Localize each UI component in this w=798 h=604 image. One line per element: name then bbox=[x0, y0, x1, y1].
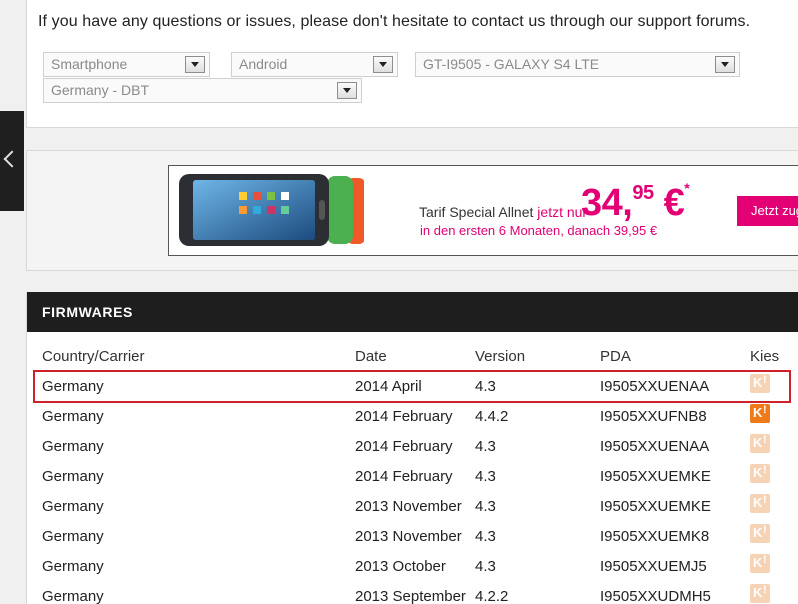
row-date: 2013 September bbox=[355, 588, 466, 604]
row-date: 2013 November bbox=[355, 498, 462, 515]
row-version: 4.2.2 bbox=[475, 588, 509, 604]
column-header-pda: PDA bbox=[600, 348, 631, 365]
jetzt-nur-label: jetzt nur bbox=[537, 204, 588, 220]
row-pda[interactable]: I9505XXUEMKE bbox=[600, 498, 711, 515]
row-date: 2014 February bbox=[355, 408, 453, 425]
price-star: * bbox=[684, 180, 690, 196]
row-date: 2013 November bbox=[355, 528, 462, 545]
row-pda[interactable]: I9505XXUEMK8 bbox=[600, 528, 709, 545]
firmwares-title: FIRMWARES bbox=[42, 304, 133, 320]
price-subtext: in den ersten 6 Monaten, danach 39,95 € bbox=[420, 223, 658, 238]
kies-icon[interactable] bbox=[750, 554, 770, 573]
column-header-country: Country/Carrier bbox=[42, 348, 145, 365]
model-select[interactable]: GT-I9505 - GALAXY S4 LTE bbox=[415, 52, 740, 77]
side-nav-tab[interactable] bbox=[0, 111, 24, 211]
column-header-version: Version bbox=[475, 348, 526, 365]
row-country: Germany bbox=[42, 588, 104, 604]
model-value: GT-I9505 - GALAXY S4 LTE bbox=[423, 56, 600, 72]
kies-icon[interactable] bbox=[750, 524, 770, 543]
os-select[interactable]: Android bbox=[231, 52, 398, 77]
region-value: Germany - DBT bbox=[51, 82, 150, 98]
row-version: 4.3 bbox=[475, 468, 496, 485]
row-pda[interactable]: I9505XXUFNB8 bbox=[600, 408, 707, 425]
tarif-label: Tarif Special Allnet bbox=[419, 204, 534, 220]
price-euro: € bbox=[653, 182, 685, 224]
chevron-down-icon bbox=[337, 82, 357, 99]
row-pda[interactable]: I9505XXUEMKE bbox=[600, 468, 711, 485]
os-value: Android bbox=[239, 56, 288, 72]
row-country: Germany bbox=[42, 468, 104, 485]
firmwares-header: FIRMWARES bbox=[27, 292, 798, 332]
row-pda[interactable]: I9505XXUDMH5 bbox=[600, 588, 711, 604]
row-country: Germany bbox=[42, 498, 104, 515]
chevron-down-icon bbox=[373, 56, 393, 73]
row-date: 2013 October bbox=[355, 558, 446, 575]
tarif-text: Tarif Special Allnet jetzt nur bbox=[419, 204, 587, 220]
price: 34,95 €* bbox=[581, 180, 690, 225]
price-cents: 95 bbox=[632, 182, 654, 204]
row-version: 4.3 bbox=[475, 528, 496, 545]
row-country: Germany bbox=[42, 558, 104, 575]
support-notice: If you have any questions or issues, ple… bbox=[38, 13, 751, 30]
kies-icon[interactable] bbox=[750, 494, 770, 513]
support-panel: If you have any questions or issues, ple… bbox=[26, 0, 798, 128]
row-pda[interactable]: I9505XXUEMJ5 bbox=[600, 558, 707, 575]
device-type-value: Smartphone bbox=[51, 56, 128, 72]
kies-icon[interactable] bbox=[750, 404, 770, 423]
selected-row-highlight bbox=[33, 370, 791, 403]
row-version: 4.3 bbox=[475, 438, 496, 455]
price-main: 34, bbox=[581, 182, 633, 224]
chevron-down-icon bbox=[185, 56, 205, 73]
region-select[interactable]: Germany - DBT bbox=[43, 78, 362, 103]
row-pda[interactable]: I9505XXUENAA bbox=[600, 438, 709, 455]
column-header-kies: Kies bbox=[750, 348, 780, 365]
ad-cta-button[interactable]: Jetzt zug bbox=[737, 196, 798, 226]
row-version: 4.3 bbox=[475, 558, 496, 575]
row-country: Germany bbox=[42, 438, 104, 455]
phone-image bbox=[179, 174, 364, 246]
row-date: 2014 February bbox=[355, 468, 453, 485]
row-version: 4.3 bbox=[475, 498, 496, 515]
device-type-select[interactable]: Smartphone bbox=[43, 52, 210, 77]
kies-icon[interactable] bbox=[750, 584, 770, 603]
row-country: Germany bbox=[42, 528, 104, 545]
kies-icon[interactable] bbox=[750, 434, 770, 453]
row-date: 2014 February bbox=[355, 438, 453, 455]
chevron-left-icon bbox=[3, 150, 21, 168]
row-country: Germany bbox=[42, 408, 104, 425]
row-version: 4.4.2 bbox=[475, 408, 509, 425]
kies-icon[interactable] bbox=[750, 464, 770, 483]
ad-banner[interactable]: Tarif Special Allnet jetzt nur 34,95 €* … bbox=[168, 165, 798, 256]
chevron-down-icon bbox=[715, 56, 735, 73]
column-header-date: Date bbox=[355, 348, 387, 365]
